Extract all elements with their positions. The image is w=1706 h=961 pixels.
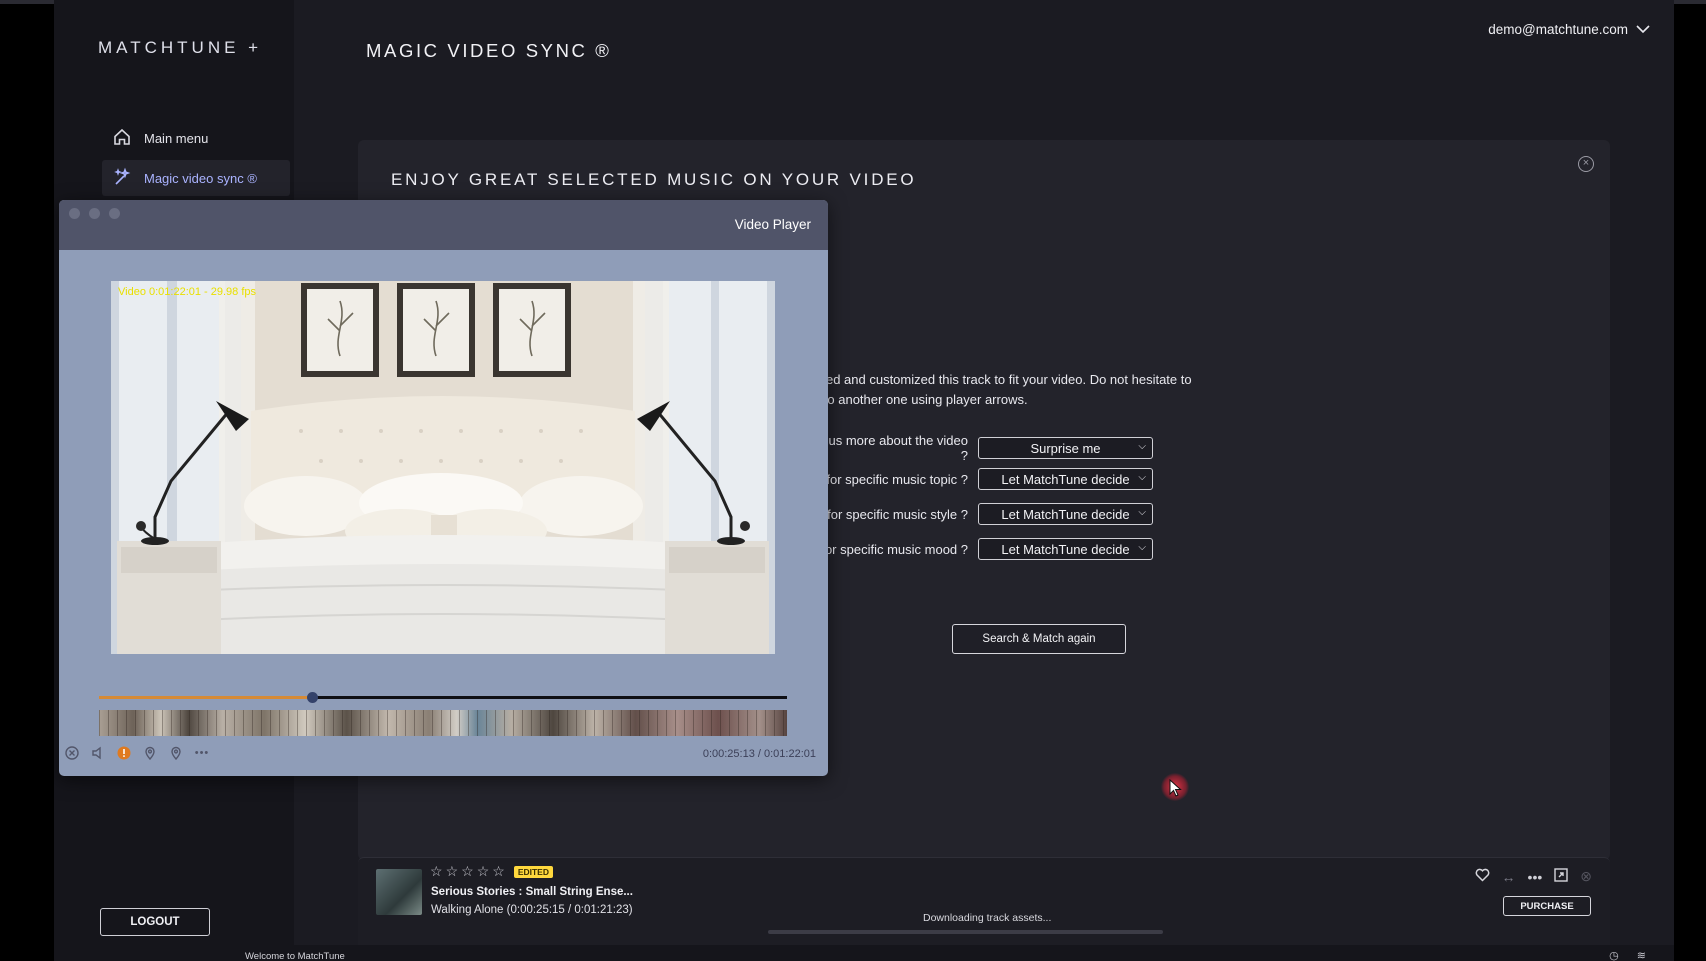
question-row-style: ing for specific music style ? Let Match… — [788, 503, 1153, 525]
sidebar-item-magic-video-sync[interactable]: Magic video sync ® — [102, 160, 290, 196]
close-window-button[interactable] — [69, 208, 80, 219]
rating-stars[interactable]: ☆ ☆ ☆ ☆ ☆ EDITED — [430, 863, 553, 880]
panel-description: selected and customized this track to fi… — [792, 372, 1192, 407]
chevron-down-icon: ⌵ — [1138, 472, 1146, 483]
select-value: Let MatchTune decide — [1001, 471, 1130, 487]
signal-icon[interactable]: ≋ — [1637, 949, 1646, 961]
download-status: Downloading track assets... — [923, 912, 1052, 924]
select-value: Surprise me — [1030, 440, 1101, 456]
expand-icon[interactable] — [1554, 868, 1568, 885]
search-match-again-button[interactable]: Search & Match again — [952, 624, 1126, 654]
star-icon[interactable]: ☆ — [492, 863, 505, 880]
star-icon[interactable]: ☆ — [430, 863, 443, 880]
star-icon[interactable]: ☆ — [477, 863, 490, 880]
video-player-titlebar[interactable]: Video Player — [59, 200, 828, 250]
edited-badge: EDITED — [513, 865, 553, 878]
bedroom-video-image — [111, 281, 775, 654]
chevron-down-icon: ⌵ — [1138, 542, 1146, 553]
album-cover[interactable] — [376, 869, 422, 915]
marker-pin-icon[interactable] — [168, 745, 184, 761]
chevron-down-icon: ⌵ — [1138, 441, 1146, 452]
close-circle-icon[interactable] — [64, 745, 80, 761]
logout-button[interactable]: LOGOUT — [100, 908, 210, 936]
sidebar-item-label: Magic video sync ® — [144, 170, 257, 186]
status-text: Welcome to MatchTune — [245, 951, 345, 961]
sidebar-item-label: Main menu — [144, 130, 209, 146]
minimize-window-button[interactable] — [89, 208, 100, 219]
more-icon[interactable]: ••• — [1528, 869, 1543, 885]
video-select[interactable]: Surprise me ⌵ — [978, 437, 1153, 459]
heart-icon[interactable] — [1475, 868, 1490, 885]
swap-icon[interactable]: ↔ — [1502, 869, 1516, 885]
app-logo: MATCHTUNE + — [98, 38, 263, 57]
panel-heading: ENJOY GREAT SELECTED MUSIC ON YOUR VIDEO — [391, 170, 917, 189]
magic-wand-icon — [112, 167, 132, 190]
video-frame[interactable]: Video 0:01:22:01 - 29.98 fps — [111, 281, 775, 654]
purchase-button[interactable]: PURCHASE — [1503, 896, 1591, 916]
question-row-video: to tell us more about the video ? Surpri… — [788, 433, 1153, 463]
video-progress-fill — [99, 696, 313, 699]
home-icon — [112, 127, 132, 150]
more-icon[interactable]: ••• — [194, 745, 210, 761]
video-player-window-controls — [69, 208, 120, 219]
track-subtitle: Walking Alone (0:00:25:15 / 0:01:21:23) — [431, 904, 633, 916]
thumbnail-dividers — [99, 710, 787, 736]
video-time: 0:00:25:13 / 0:01:22:01 — [702, 748, 816, 760]
video-thumbnail-strip[interactable] — [99, 710, 787, 736]
close-icon[interactable]: × — [1578, 156, 1594, 172]
user-menu[interactable]: demo@matchtune.com — [1488, 22, 1650, 37]
chevron-down-icon: ⌵ — [1138, 507, 1146, 518]
sidebar-item-main-menu[interactable]: Main menu — [102, 120, 290, 156]
select-value: Let MatchTune decide — [1001, 506, 1130, 522]
volume-icon[interactable] — [90, 745, 106, 761]
download-progress-bar — [768, 930, 1163, 934]
status-icons: ◷ ≋ — [1609, 949, 1646, 961]
status-bar — [294, 945, 1674, 961]
video-progress-bar[interactable] — [99, 692, 787, 703]
track-player-bar: ☆ ☆ ☆ ☆ ☆ EDITED Serious Stories : Small… — [358, 857, 1610, 947]
select-value: Let MatchTune decide — [1001, 541, 1130, 557]
star-icon[interactable]: ☆ — [446, 863, 459, 880]
close-icon[interactable]: ⊗ — [1580, 868, 1592, 885]
question-row-topic: ing for specific music topic ? Let Match… — [788, 468, 1153, 490]
page-title: MAGIC VIDEO SYNC ® — [366, 40, 612, 61]
mouse-cursor-icon — [1161, 773, 1189, 801]
chevron-down-icon — [1636, 22, 1650, 37]
clock-icon[interactable]: ◷ — [1609, 949, 1619, 961]
question-row-mood: ing for specific music mood ? Let MatchT… — [788, 538, 1153, 560]
star-icon[interactable]: ☆ — [461, 863, 474, 880]
info-icon[interactable] — [116, 745, 132, 761]
user-email: demo@matchtune.com — [1488, 22, 1628, 37]
location-pin-icon[interactable] — [142, 745, 158, 761]
video-progress-knob[interactable] — [307, 692, 319, 703]
track-title: Serious Stories : Small String Ense... — [431, 886, 633, 898]
video-overlay-info: Video 0:01:22:01 - 29.98 fps — [118, 286, 257, 298]
video-player-window: Video Player Video 0:01:22:01 - 29.98 fp… — [59, 200, 828, 776]
track-actions: ↔ ••• ⊗ — [1475, 868, 1592, 885]
video-controls: ••• — [64, 745, 210, 761]
mood-select[interactable]: Let MatchTune decide ⌵ — [978, 538, 1153, 560]
video-player-title: Video Player — [734, 217, 811, 232]
maximize-window-button[interactable] — [109, 208, 120, 219]
topic-select[interactable]: Let MatchTune decide ⌵ — [978, 468, 1153, 490]
style-select[interactable]: Let MatchTune decide ⌵ — [978, 503, 1153, 525]
